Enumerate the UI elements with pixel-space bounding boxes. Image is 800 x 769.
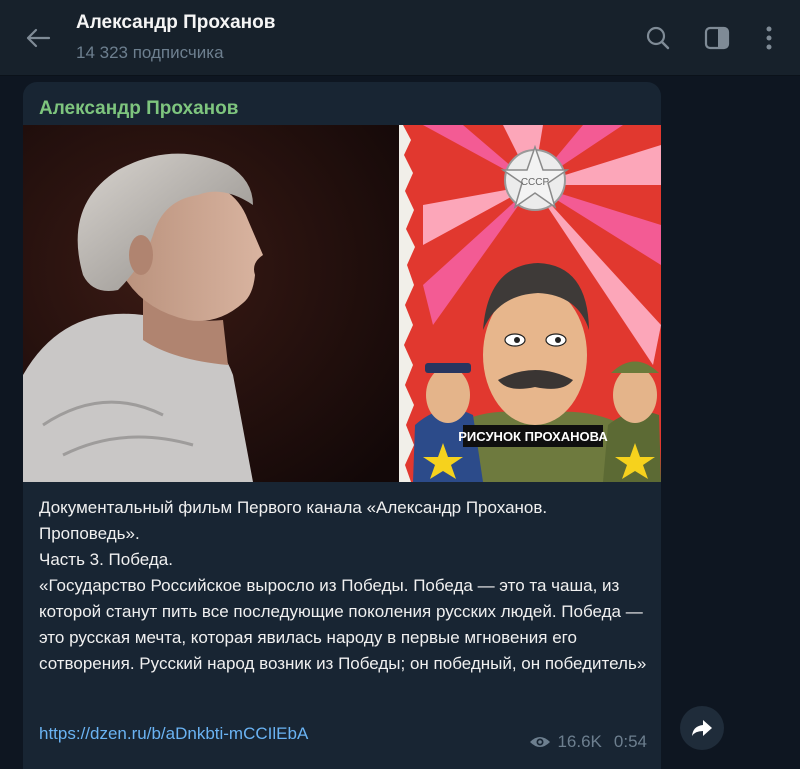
subscriber-count: 14 323 подписчика (76, 43, 224, 62)
post-text-line: Документальный фильм Первого канала «Але… (39, 498, 548, 543)
view-count: 16.6K (557, 732, 602, 751)
image-caption: РИСУНОК ПРОХАНОВА (458, 429, 608, 444)
arrow-left-icon (26, 28, 51, 48)
post-illustration: СССР РИСУНОК ПРОХАНОВА (23, 125, 661, 482)
back-button[interactable] (22, 22, 54, 54)
post-text-line: «Государство Российское выросло из Побед… (39, 576, 647, 673)
chat-header: Александр Проханов 14 323 подписчика (0, 0, 800, 76)
post-author[interactable]: Александр Проханов (39, 98, 238, 120)
post-text-line: Часть 3. Победа. (39, 550, 173, 569)
post-text: Документальный фильм Первого канала «Але… (39, 495, 649, 677)
post-media-image[interactable]: СССР РИСУНОК ПРОХАНОВА (23, 125, 661, 482)
search-button[interactable] (642, 22, 674, 54)
eye-icon (529, 735, 551, 749)
badge-text: СССР (521, 177, 550, 188)
message-bubble: Александр Проханов СССР РИСУНОК ПРОХАНОВ… (23, 82, 661, 769)
post-link[interactable]: https://dzen.ru/b/aDnkbti-mCCIlEbA (39, 724, 308, 744)
message-list[interactable]: Александр Проханов СССР РИСУНОК ПРОХАНОВ… (0, 77, 800, 769)
share-icon (692, 720, 712, 736)
more-options-button[interactable] (753, 22, 785, 54)
search-icon (646, 26, 670, 50)
sidebar-toggle-icon (704, 26, 730, 50)
more-vertical-icon (766, 26, 772, 50)
channel-title[interactable]: Александр Проханов (76, 12, 275, 34)
post-meta: 16.6K 0:54 (529, 732, 647, 752)
sidebar-toggle-button[interactable] (701, 22, 733, 54)
post-time: 0:54 (613, 732, 647, 751)
share-button[interactable] (680, 706, 724, 750)
